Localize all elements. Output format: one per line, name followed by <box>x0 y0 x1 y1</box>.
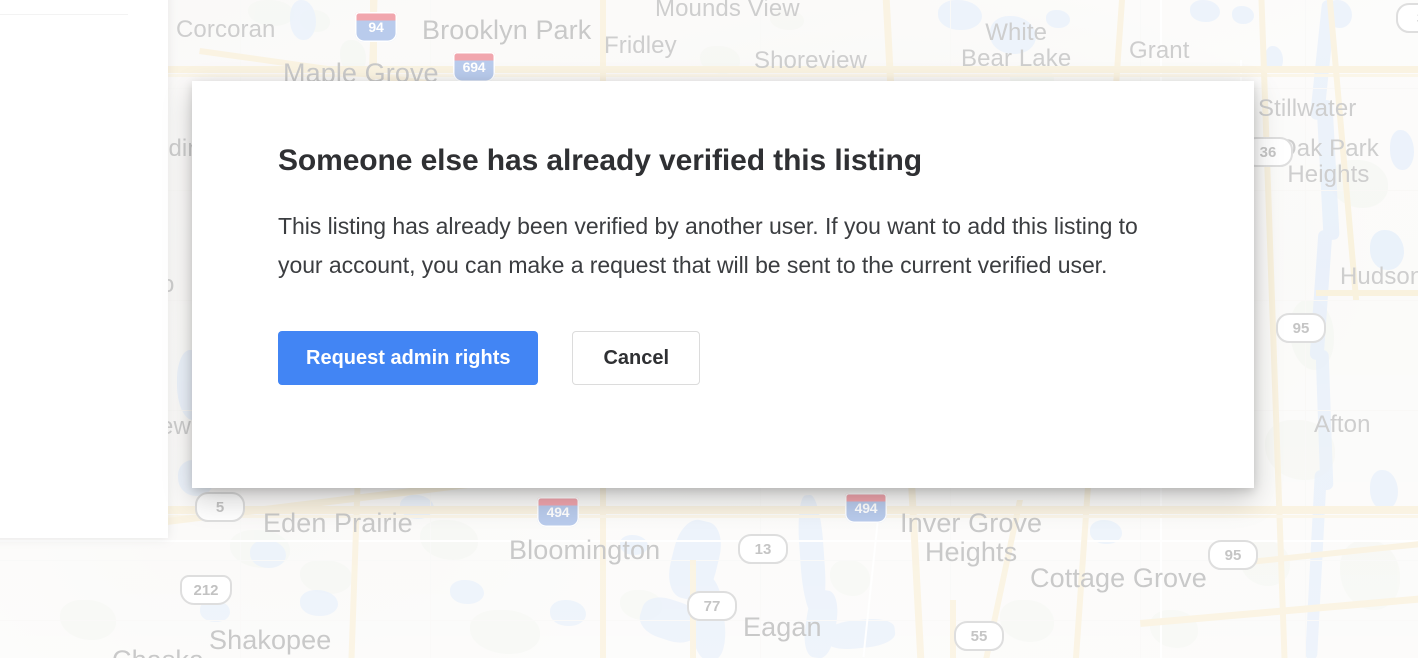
dialog-action-row: Request admin rights Cancel <box>278 285 1254 385</box>
verification-conflict-dialog: Someone else has already verified this l… <box>192 81 1254 488</box>
dialog-body-text: This listing has already been verified b… <box>278 213 1138 278</box>
dialog-title: Someone else has already verified this l… <box>278 144 922 177</box>
dialog-content: Someone else has already verified this l… <box>192 81 1254 385</box>
map-verification-screen: Corcoran Brooklyn Park Mounds View Fridley M… <box>0 0 1418 658</box>
cancel-button[interactable]: Cancel <box>572 331 701 385</box>
request-admin-rights-button[interactable]: Request admin rights <box>278 331 539 385</box>
